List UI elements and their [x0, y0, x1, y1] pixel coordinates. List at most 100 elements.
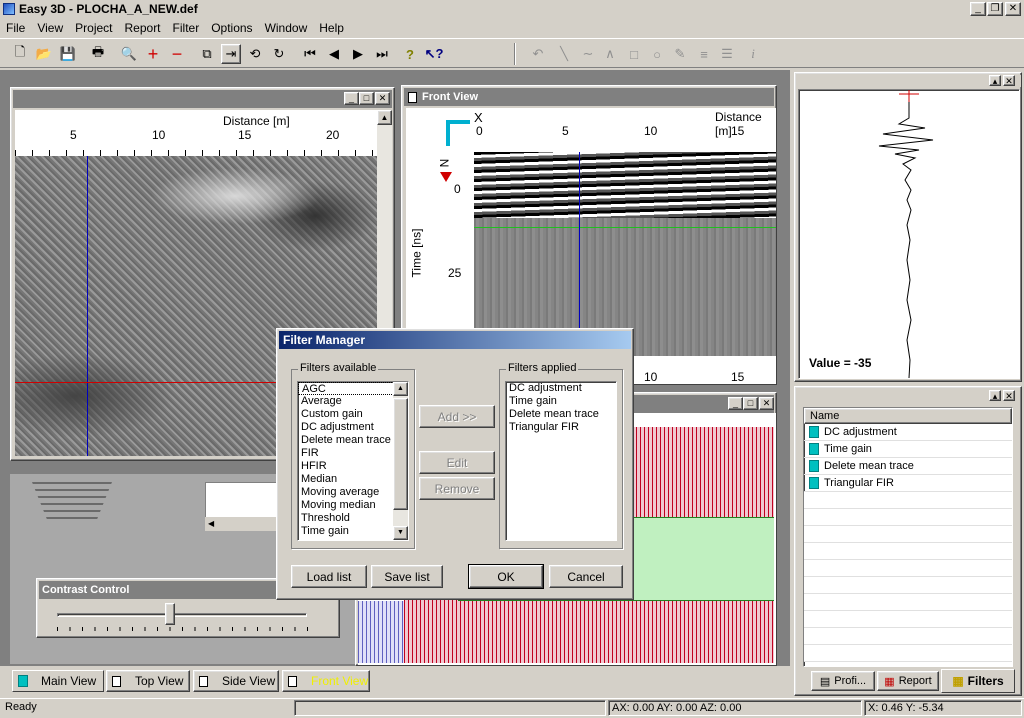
front-y-label: Time [ns]	[409, 228, 424, 278]
menu-window[interactable]: Window	[259, 21, 314, 35]
first-profile-icon[interactable]: ⏮	[300, 44, 320, 64]
refresh-icon[interactable]: ↻	[269, 44, 289, 64]
3d-view-close-button[interactable]: ✕	[759, 397, 774, 410]
save-icon[interactable]: 💾	[58, 44, 78, 64]
contrast-slider-thumb[interactable]	[165, 603, 175, 625]
menu-view[interactable]: View	[31, 21, 69, 35]
ok-button[interactable]: OK	[468, 564, 544, 589]
save-list-button[interactable]: Save list	[371, 565, 443, 588]
scroll-up-arrow-icon[interactable]: ▲	[393, 382, 408, 396]
top-view-close-button[interactable]: ✕	[375, 92, 390, 105]
list-item[interactable]: Median	[298, 473, 408, 486]
info-icon[interactable]: i	[743, 44, 763, 64]
tab-main-view[interactable]: Main View	[12, 670, 104, 692]
new-file-icon[interactable]: 🗋	[10, 44, 30, 64]
menu-options[interactable]: Options	[205, 21, 258, 35]
add-button[interactable]: Add >>	[419, 405, 495, 428]
zoom-in-icon[interactable]: +	[143, 44, 163, 64]
3d-view-maximize-button[interactable]: □	[743, 397, 758, 410]
rotate-3d-icon[interactable]: ⟲	[245, 44, 265, 64]
cancel-button[interactable]: Cancel	[549, 565, 623, 588]
list-item[interactable]: DC adjustment	[298, 421, 408, 434]
line-tool-icon[interactable]: ╲	[554, 44, 574, 64]
context-help-icon[interactable]: ↖?	[424, 44, 444, 64]
menu-project[interactable]: Project	[69, 21, 118, 35]
front-x-tick: 15	[731, 124, 745, 138]
filters-list[interactable]: Name DC adjustment Time gain Delete mean…	[803, 407, 1013, 667]
rectangle-tool-icon[interactable]: □	[624, 44, 644, 64]
print-icon[interactable]: 🖶	[88, 44, 108, 64]
list-item[interactable]: Average	[298, 395, 408, 408]
front-view-title-bar: Front View	[404, 88, 774, 106]
next-profile-icon[interactable]: ▶	[348, 44, 368, 64]
menu-report[interactable]: Report	[119, 21, 167, 35]
3d-view-minimize-button[interactable]: _	[728, 397, 743, 410]
list-item[interactable]: AGC	[298, 382, 408, 395]
list-item[interactable]: DC adjustment	[506, 382, 616, 395]
close-button[interactable]: ✕	[1005, 2, 1021, 16]
list-item[interactable]: Delete mean trace	[506, 408, 616, 421]
applied-filters-list[interactable]: DC adjustment Time gain Delete mean trac…	[505, 381, 617, 541]
pan-icon[interactable]: ⇥	[221, 44, 241, 64]
zoom-icon[interactable]: 🔍	[119, 44, 139, 64]
remove-button[interactable]: Remove	[419, 477, 495, 500]
scroll-thumb[interactable]	[393, 398, 408, 510]
list-item[interactable]: Delete mean trace	[298, 434, 408, 447]
trace-canvas[interactable]: Value = -35	[798, 89, 1020, 379]
status-axes: AX: 0.00 AY: 0.00 AZ: 0.00	[608, 700, 862, 716]
line-style-icon[interactable]: ☰	[717, 44, 737, 64]
ellipse-tool-icon[interactable]: ○	[647, 44, 667, 64]
list-item[interactable]: FIR	[298, 447, 408, 460]
menu-file[interactable]: File	[0, 21, 31, 35]
filters-panel-close-button[interactable]: ✕	[1003, 390, 1015, 401]
scroll-down-arrow-icon[interactable]: ▼	[393, 526, 408, 540]
trace-panel-close-button[interactable]: ✕	[1003, 75, 1015, 86]
undo-icon[interactable]: ↶	[528, 44, 548, 64]
scroll-up-arrow-icon[interactable]: ▲	[377, 110, 392, 125]
polyline-tool-icon[interactable]: ∧	[600, 44, 620, 64]
toolbar: 🗋 📂 💾 🖶 🔍 + − ⧉ ⇥ ⟲ ↻ ⏮ ◀ ▶ ⏭ ? ↖? ↶ ╲ ∼…	[0, 38, 1024, 68]
list-item[interactable]: Time gain	[298, 525, 408, 538]
list-item[interactable]: DC adjustment	[804, 424, 1012, 441]
list-item[interactable]: HFIR	[298, 460, 408, 473]
load-list-button[interactable]: Load list	[291, 565, 367, 588]
fit-view-icon[interactable]: ⧉	[197, 44, 217, 64]
filter-name: Triangular FIR	[824, 477, 894, 489]
last-profile-icon[interactable]: ⏭	[372, 44, 392, 64]
trace-panel-pin-button[interactable]: ▴	[989, 75, 1001, 86]
pen-tool-icon[interactable]: ✎	[670, 44, 690, 64]
list-item[interactable]: Delete mean trace	[804, 458, 1012, 475]
filters-list-header[interactable]: Name	[804, 408, 1012, 424]
menu-filter[interactable]: Filter	[167, 21, 206, 35]
restore-button[interactable]: ❐	[987, 2, 1003, 16]
contrast-slider-track[interactable]	[57, 603, 307, 625]
open-folder-icon[interactable]: 📂	[34, 44, 54, 64]
previous-profile-icon[interactable]: ◀	[324, 44, 344, 64]
help-icon[interactable]: ?	[400, 44, 420, 64]
list-item[interactable]: Time gain	[804, 441, 1012, 458]
top-view-minimize-button[interactable]: _	[344, 92, 359, 105]
tab-front-view[interactable]: Front View	[282, 670, 370, 692]
filters-panel-pin-button[interactable]: ▴	[989, 390, 1001, 401]
line-width-icon[interactable]: ≡	[694, 44, 714, 64]
panel-tab-profiles[interactable]: ▤ Profi...	[811, 671, 875, 691]
list-item[interactable]: Threshold	[298, 512, 408, 525]
list-item[interactable]: Triangular FIR	[804, 475, 1012, 492]
menu-help[interactable]: Help	[313, 21, 350, 35]
list-item[interactable]: Custom gain	[298, 408, 408, 421]
panel-tab-report[interactable]: ▦ Report	[877, 671, 939, 691]
list-item[interactable]: Moving average	[298, 486, 408, 499]
tab-side-view[interactable]: Side View	[193, 670, 279, 692]
zoom-out-icon[interactable]: −	[167, 44, 187, 64]
list-item[interactable]: Time gain	[506, 395, 616, 408]
top-view-maximize-button[interactable]: □	[359, 92, 374, 105]
minimize-button[interactable]: _	[970, 2, 986, 16]
tab-top-view[interactable]: Top View	[106, 670, 190, 692]
edit-button[interactable]: Edit	[419, 451, 495, 474]
available-list-scrollbar[interactable]: ▲ ▼	[393, 382, 408, 540]
curve-tool-icon[interactable]: ∼	[578, 44, 598, 64]
list-item[interactable]: Triangular FIR	[506, 421, 616, 434]
panel-tab-filters[interactable]: ▦ Filters	[941, 669, 1015, 693]
list-item[interactable]: Moving median	[298, 499, 408, 512]
preview-scrollbar[interactable]: ◀	[205, 517, 285, 531]
